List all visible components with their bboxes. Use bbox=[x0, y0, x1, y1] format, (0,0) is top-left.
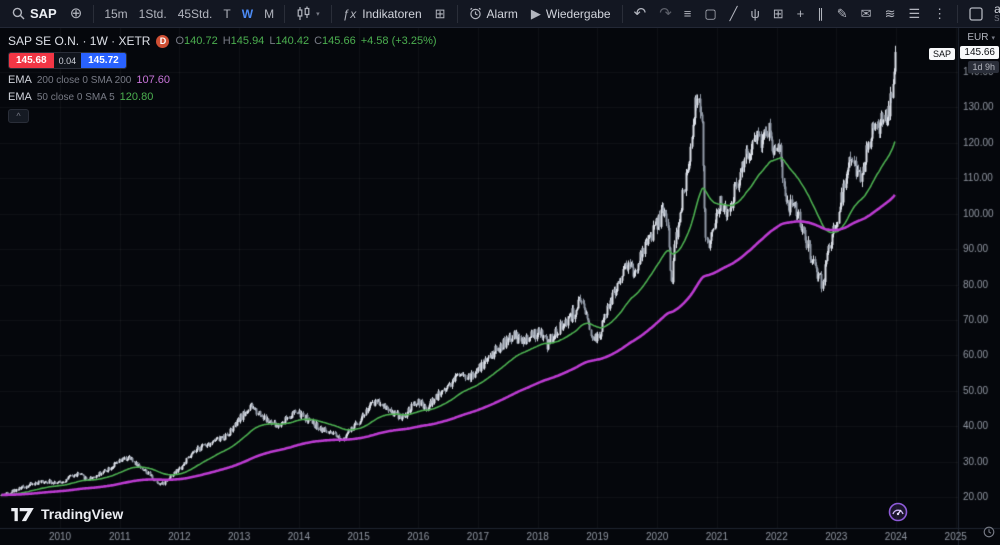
interval-button-t[interactable]: T bbox=[218, 2, 235, 26]
buy-button[interactable]: 145.72 bbox=[81, 53, 126, 68]
ohlc-low-value: 140.42 bbox=[275, 35, 309, 47]
toolbar-separator bbox=[284, 5, 285, 23]
redo-arrow-icon: ↷ bbox=[659, 6, 672, 21]
plus-icon[interactable]: + bbox=[791, 2, 811, 26]
undo-arrow-icon: ↶ bbox=[634, 6, 647, 21]
change-value: +4.58 (+3.25%) bbox=[361, 35, 437, 47]
interval-button-w[interactable]: W bbox=[237, 2, 258, 26]
replay-play-icon: ▶ bbox=[531, 7, 541, 20]
toolbar-separator bbox=[331, 5, 332, 23]
ohlc-close-value: 145.66 bbox=[322, 35, 356, 47]
speedometer-gauge-icon[interactable] bbox=[888, 502, 908, 527]
top-toolbar: SAP ⊕ 15m 1Std. 45Std. T W M ▾ bbox=[0, 0, 1000, 28]
ohlc-values: O140.72 H145.94 L140.42 C145.66 +4.58 (+… bbox=[175, 35, 436, 47]
indicators-button[interactable]: ƒx Indikatoren bbox=[337, 2, 428, 26]
trend-line-tool-icon[interactable]: ╱ bbox=[724, 2, 744, 26]
waves-tool-icon[interactable]: ≋ bbox=[879, 2, 902, 26]
grid-layout-icon[interactable]: ⊞ bbox=[767, 2, 790, 26]
currency-label: EUR bbox=[967, 32, 988, 43]
indicator-templates-button[interactable]: ⊞ bbox=[429, 2, 452, 26]
toolbar-separator bbox=[957, 5, 958, 23]
alert-label: Alarm bbox=[487, 7, 518, 21]
undo-button[interactable]: ↶ bbox=[628, 2, 653, 26]
chart-area: SAP SE O.N. · 1W · XETR D O140.72 H145.9… bbox=[0, 28, 1000, 545]
more-options-icon[interactable]: ⋮ bbox=[927, 2, 952, 26]
legend-indicator-ema200[interactable]: EMA 200 close 0 SMA 200 107.60 bbox=[8, 74, 437, 86]
chart-type-button[interactable]: ▾ bbox=[290, 2, 326, 26]
chevron-down-icon: ▾ bbox=[316, 10, 320, 18]
indicators-label: Indikatoren bbox=[362, 7, 421, 21]
symbol-search-button[interactable]: SAP bbox=[6, 2, 63, 26]
ohlc-high-value: 145.94 bbox=[231, 35, 265, 47]
indicator-params: 200 close 0 SMA 200 bbox=[37, 75, 132, 86]
replay-button[interactable]: ▶ Wiedergabe bbox=[525, 2, 617, 26]
tradingview-logo[interactable]: TradingView bbox=[10, 506, 123, 522]
chart-legend: SAP SE O.N. · 1W · XETR D O140.72 H145.9… bbox=[8, 34, 437, 123]
indicator-title: EMA bbox=[8, 74, 32, 86]
alert-button[interactable]: Alarm bbox=[463, 2, 524, 26]
horizontal-line-tool-icon[interactable]: ≡ bbox=[678, 2, 698, 26]
indicator-value: 120.80 bbox=[120, 91, 154, 103]
menu-icon[interactable]: ☰ bbox=[902, 2, 926, 26]
ohlc-open-label: O bbox=[175, 35, 184, 47]
indicator-title: EMA bbox=[8, 91, 32, 103]
interval-button-45std[interactable]: 45Std. bbox=[173, 2, 218, 26]
symbol-scale-tag: SAP bbox=[929, 48, 955, 60]
toolbar-separator bbox=[93, 5, 94, 23]
bid-ask-widget: 145.68 0.04 145.72 bbox=[8, 52, 127, 69]
timezone-clock-icon[interactable] bbox=[983, 525, 995, 543]
fx-indicator-icon: ƒx bbox=[343, 7, 358, 21]
search-icon bbox=[12, 7, 25, 20]
brush-tool-icon[interactable]: ✎ bbox=[831, 2, 854, 26]
layout-select-icon[interactable] bbox=[963, 2, 989, 26]
indicator-value: 107.60 bbox=[136, 74, 170, 86]
indicator-params: 50 close 0 SMA 5 bbox=[37, 92, 115, 103]
delayed-data-badge[interactable]: D bbox=[156, 35, 169, 48]
save-label: Speichern bbox=[994, 14, 1000, 24]
legend-indicator-ema50[interactable]: EMA 50 close 0 SMA 5 120.80 bbox=[8, 91, 437, 103]
ohlc-high-label: H bbox=[223, 35, 231, 47]
tradingview-mark-icon bbox=[10, 507, 35, 522]
legend-collapse-button[interactable]: ^ bbox=[8, 109, 29, 123]
interval-button-1std[interactable]: 1Std. bbox=[134, 2, 172, 26]
layout-name: asdf bbox=[994, 4, 1000, 14]
note-tool-icon[interactable]: ✉ bbox=[855, 2, 878, 26]
ohlc-open-value: 140.72 bbox=[184, 35, 218, 47]
currency-selector[interactable]: EUR ▾ bbox=[967, 32, 995, 43]
replay-label: Wiedergabe bbox=[546, 7, 611, 21]
compare-add-button[interactable]: ⊕ bbox=[64, 2, 89, 26]
ohlc-close-label: C bbox=[314, 35, 322, 47]
symbol-search-label: SAP bbox=[30, 6, 57, 21]
legend-symbol-row: SAP SE O.N. · 1W · XETR D O140.72 H145.9… bbox=[8, 34, 437, 48]
interval-button-m[interactable]: M bbox=[259, 2, 279, 26]
rectangle-tool-icon[interactable]: ▢ bbox=[698, 2, 722, 26]
toolbar-separator bbox=[622, 5, 623, 23]
candlestick-chart-icon bbox=[296, 6, 311, 21]
layout-save-button[interactable]: asdf Speichern bbox=[994, 4, 1000, 24]
spread-value: 0.04 bbox=[54, 53, 82, 68]
time-scale[interactable] bbox=[0, 528, 958, 545]
parallel-channel-icon[interactable]: ∥ bbox=[811, 2, 830, 26]
sell-button[interactable]: 145.68 bbox=[9, 53, 54, 68]
tradingview-wordmark: TradingView bbox=[41, 506, 123, 522]
price-scale[interactable] bbox=[958, 28, 1000, 528]
tradingview-app: SAP ⊕ 15m 1Std. 45Std. T W M ▾ bbox=[0, 0, 1000, 545]
legend-symbol-title[interactable]: SAP SE O.N. · 1W · XETR bbox=[8, 34, 150, 48]
plus-circle-icon: ⊕ bbox=[70, 6, 83, 21]
bar-countdown-label: 1d 9h bbox=[968, 61, 999, 73]
templates-grid-icon: ⊞ bbox=[435, 7, 446, 20]
last-price-label: 145.66 bbox=[960, 46, 999, 59]
pitchfork-tool-icon[interactable]: ψ bbox=[744, 2, 765, 26]
interval-button-15m[interactable]: 15m bbox=[99, 2, 132, 26]
alarm-clock-icon bbox=[469, 7, 482, 20]
toolbar-separator bbox=[457, 5, 458, 23]
chevron-down-icon: ▾ bbox=[991, 34, 995, 42]
toolbar-right-group: ≡ ▢ ╱ ψ ⊞ + ∥ ✎ ✉ ≋ ☰ ⋮ asdf Speichern bbox=[678, 0, 1000, 27]
redo-button[interactable]: ↷ bbox=[653, 2, 678, 26]
toolbar-left-group: SAP ⊕ 15m 1Std. 45Std. T W M ▾ bbox=[6, 0, 678, 27]
